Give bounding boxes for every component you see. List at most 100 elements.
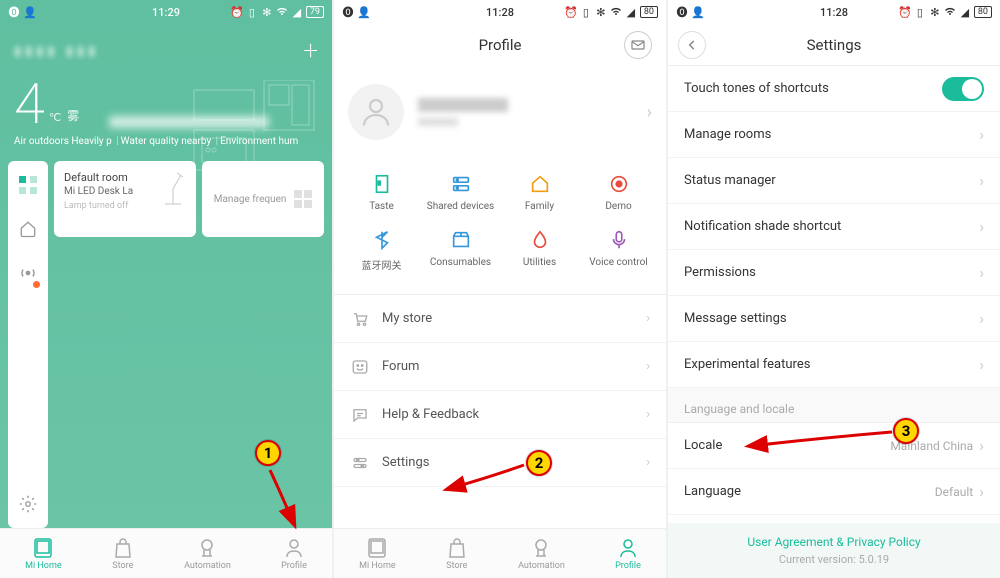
row-status-manager[interactable]: Status manager› [668, 158, 1000, 204]
wifi-icon [610, 6, 622, 18]
sliders-icon [350, 453, 370, 473]
nav-profile[interactable]: Profile [615, 537, 641, 571]
row-settings[interactable]: Settings › [334, 439, 666, 487]
status-time: 11:28 [820, 6, 848, 19]
grid-label: Demo [605, 201, 631, 212]
row-label: Notification shade shortcut [684, 219, 979, 234]
door-icon [370, 172, 394, 196]
nav-automation[interactable]: Automation [184, 537, 231, 571]
row-permissions[interactable]: Permissions› [668, 250, 1000, 296]
chevron-right-icon: › [979, 436, 984, 455]
weather-label: 雾 [67, 107, 79, 124]
grid-family[interactable]: Family [500, 164, 579, 220]
alarm-icon: ⏰ [231, 6, 243, 18]
status-time: 11:29 [152, 6, 180, 19]
nav-store[interactable]: Store [446, 537, 468, 571]
user-icon: 👤 [358, 6, 370, 18]
cart-icon [350, 309, 370, 329]
profile-list: My store › Forum › Help & Feedback › Set… [334, 294, 666, 487]
smile-icon [350, 357, 370, 377]
drop-icon [528, 228, 552, 252]
nav-label: Automation [184, 561, 231, 571]
box-icon [449, 228, 473, 252]
settings-footer: User Agreement & Privacy Policy Current … [668, 523, 1000, 578]
grid-taste[interactable]: Taste [342, 164, 421, 220]
grid-demo[interactable]: Demo [579, 164, 658, 220]
nav-label: Mi Home [25, 561, 62, 571]
chevron-right-icon: › [646, 359, 650, 374]
row-locale[interactable]: Locale Mainland China › [668, 423, 1000, 469]
version-label: Current version: 5.0.19 [668, 553, 1000, 566]
nav-store[interactable]: Store [112, 537, 134, 571]
row-my-store[interactable]: My store › [334, 295, 666, 343]
mic-icon [607, 228, 631, 252]
nav-label: Store [112, 561, 133, 571]
nav-mi-home[interactable]: Mi Home [359, 537, 396, 571]
target-icon [607, 172, 631, 196]
row-language[interactable]: Language Default › [668, 469, 1000, 515]
manage-label: Manage frequen [214, 194, 287, 205]
notif-icon: ⓿ [342, 6, 354, 18]
notification-dot [33, 281, 40, 288]
bt-icon: ✻ [595, 6, 607, 18]
grid-utilities[interactable]: Utilities [500, 220, 579, 280]
page-title: Settings [807, 36, 862, 54]
row-label: Manage rooms [684, 127, 979, 142]
broadcast-icon[interactable] [18, 263, 38, 283]
battery-level: 80 [974, 6, 992, 18]
toggle-switch[interactable] [942, 77, 984, 101]
server-icon [449, 172, 473, 196]
page-title: Profile [479, 36, 522, 54]
row-forum[interactable]: Forum › [334, 343, 666, 391]
chevron-right-icon: › [647, 102, 652, 123]
nav-label: Profile [281, 561, 307, 571]
room-sidebar [8, 161, 48, 528]
chevron-right-icon: › [979, 309, 984, 328]
row-label: Help & Feedback [382, 407, 634, 422]
row-help[interactable]: Help & Feedback › [334, 391, 666, 439]
add-button[interactable]: + [303, 36, 318, 66]
sync-icon: ▯ [246, 6, 258, 18]
grid-consumables[interactable]: Consumables [421, 220, 500, 280]
bt-icon: ✻ [929, 6, 941, 18]
home-icon[interactable] [18, 219, 38, 239]
battery-level: 80 [640, 6, 658, 18]
annotation-1-circle: 1 [255, 440, 281, 466]
nav-mi-home[interactable]: Mi Home [25, 537, 62, 571]
row-manage-rooms[interactable]: Manage rooms› [668, 112, 1000, 158]
settings-header: Settings [668, 24, 1000, 66]
back-button[interactable] [678, 31, 706, 59]
row-message-settings[interactable]: Message settings› [668, 296, 1000, 342]
manage-devices-card[interactable]: Manage frequen [202, 161, 324, 237]
row-label: Locale [684, 438, 890, 453]
row-experimental[interactable]: Experimental features› [668, 342, 1000, 388]
gear-icon[interactable] [18, 494, 38, 514]
row-notification-shade[interactable]: Notification shade shortcut› [668, 204, 1000, 250]
grid-bluetooth-gw[interactable]: 蓝牙网关 [342, 220, 421, 280]
user-agreement-link[interactable]: User Agreement & Privacy Policy [668, 535, 1000, 549]
bottom-nav: Mi Home Store Automation Profile [0, 528, 332, 578]
feature-grid: Taste Shared devices Family Demo 蓝牙网关 Co… [334, 158, 666, 294]
profile-name [418, 98, 633, 126]
nav-profile[interactable]: Profile [281, 537, 307, 571]
grid-icon[interactable] [18, 175, 38, 195]
mail-button[interactable] [624, 31, 652, 59]
device-card-desk-lamp[interactable]: Default room Mi LED Desk La Lamp turned … [54, 161, 196, 237]
status-bar: ⓿ 👤 11:28 ⏰ ▯ ✻ ◢ 80 [334, 0, 666, 24]
house-icon [528, 172, 552, 196]
row-label: My store [382, 311, 634, 326]
grid-label: Shared devices [427, 201, 494, 212]
chevron-right-icon: › [979, 355, 984, 374]
row-touch-tones[interactable]: Touch tones of shortcuts [668, 66, 1000, 112]
chevron-right-icon: › [979, 217, 984, 236]
wifi-icon [276, 6, 288, 18]
section-language-locale: Language and locale [668, 388, 1000, 423]
grid-label: 蓝牙网关 [362, 257, 402, 272]
grid-voice[interactable]: Voice control [579, 220, 658, 280]
chevron-right-icon: › [979, 263, 984, 282]
grid-shared[interactable]: Shared devices [421, 164, 500, 220]
chat-icon [350, 405, 370, 425]
profile-row[interactable]: › [334, 66, 666, 158]
nav-automation[interactable]: Automation [518, 537, 565, 571]
nav-label: Automation [518, 561, 565, 571]
